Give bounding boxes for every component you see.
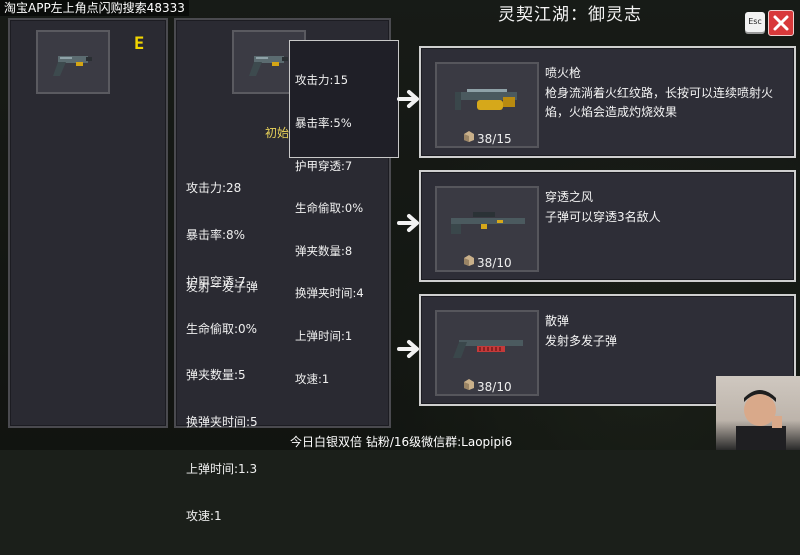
interact-key-hint: E (134, 34, 145, 54)
upgrade-option-card[interactable]: 38/15 喷火枪 枪身流淌着火红纹路，长按可以连续喷射火焰，火焰会造成灼烧效果 (419, 46, 796, 158)
upgrade-option-card[interactable]: 38/10 穿透之风 子弹可以穿透3名敌人 (419, 170, 796, 282)
tooltip-stat-load-time: 上弹时间:1 (295, 329, 353, 344)
tooltip-stat-magazine: 弹夹数量:8 (295, 243, 353, 258)
close-icon (773, 15, 789, 31)
tooltip-stat-lifesteal: 生命偷取:0% (295, 201, 364, 216)
option-description: 子弹可以穿透3名敌人 (545, 210, 661, 224)
left-weapon-panel: E (8, 18, 168, 428)
weapon-thumbnail: 38/10 (435, 310, 539, 396)
weapon-thumbnail: 38/15 (435, 62, 539, 148)
tooltip-stats: 攻击力:15 暴击率:5% 护甲穿透:7 生命偷取:0% 弹夹数量:8 换弹夹时… (295, 45, 393, 414)
current-weapon-slot[interactable] (36, 30, 110, 94)
stat-reload-time: 换弹夹时间:5 (186, 415, 258, 430)
tooltip-stat-attack-speed: 攻速:1 (295, 371, 330, 386)
stat-lifesteal: 生命偷取:0% (186, 321, 258, 336)
option-name: 穿透之风 (545, 190, 594, 204)
close-button[interactable] (768, 10, 794, 36)
stream-footer-text: 今日白银双倍 钻粉/16级微信群:Laopipi6 (290, 435, 513, 449)
stat-attack: 攻击力:28 (186, 181, 242, 196)
tooltip-stat-armor-pen: 护甲穿透:7 (295, 158, 353, 173)
esc-key-button[interactable]: Esc (745, 12, 765, 32)
weapon-thumbnail: 38/10 (435, 186, 539, 272)
streamer-avatar-icon (736, 390, 786, 450)
page-title: 灵契江湖：御灵志 (498, 5, 642, 25)
pistol-icon (53, 56, 92, 76)
option-name: 喷火枪 (545, 66, 582, 80)
tooltip-stat-reload-time: 换弹夹时间:4 (295, 286, 364, 301)
stat-magazine: 弹夹数量:5 (186, 368, 246, 383)
material-box-icon (464, 379, 474, 390)
streamer-webcam (716, 376, 800, 450)
stats-tooltip: 攻击力:15 暴击率:5% 护甲穿透:7 生命偷取:0% 弹夹数量:8 换弹夹时… (289, 40, 399, 386)
weapon-description: 发射一发子弹 (186, 280, 259, 294)
material-count: 38/15 (477, 132, 512, 146)
weapon-stats: 攻击力:28 暴击率:8% 护甲穿透:7 生命偷取:0% 弹夹数量:5 换弹夹时… (186, 150, 258, 555)
material-box-icon (464, 131, 474, 142)
stat-crit: 暴击率:8% (186, 227, 246, 242)
shotgun-icon (453, 340, 523, 358)
initial-weapon-label: 初始 (265, 126, 290, 140)
sniper-rifle-icon (451, 212, 525, 234)
stat-attack-speed: 攻速:1 (186, 508, 222, 523)
option-description: 枪身流淌着火红纹路，长按可以连续喷射火焰，火焰会造成灼烧效果 (545, 86, 774, 119)
flamethrower-icon (455, 89, 517, 110)
option-description: 发射多发子弹 (545, 334, 618, 348)
tooltip-stat-attack: 攻击力:15 (295, 73, 349, 88)
stat-load-time: 上弹时间:1.3 (186, 461, 258, 476)
tooltip-stat-crit: 暴击率:5% (295, 116, 352, 131)
material-box-icon (464, 255, 474, 266)
stream-banner: 淘宝APP左上角点闪购搜索48333 (0, 0, 189, 16)
option-name: 散弹 (545, 314, 570, 328)
material-count: 38/10 (477, 380, 512, 394)
material-count: 38/10 (477, 256, 512, 270)
